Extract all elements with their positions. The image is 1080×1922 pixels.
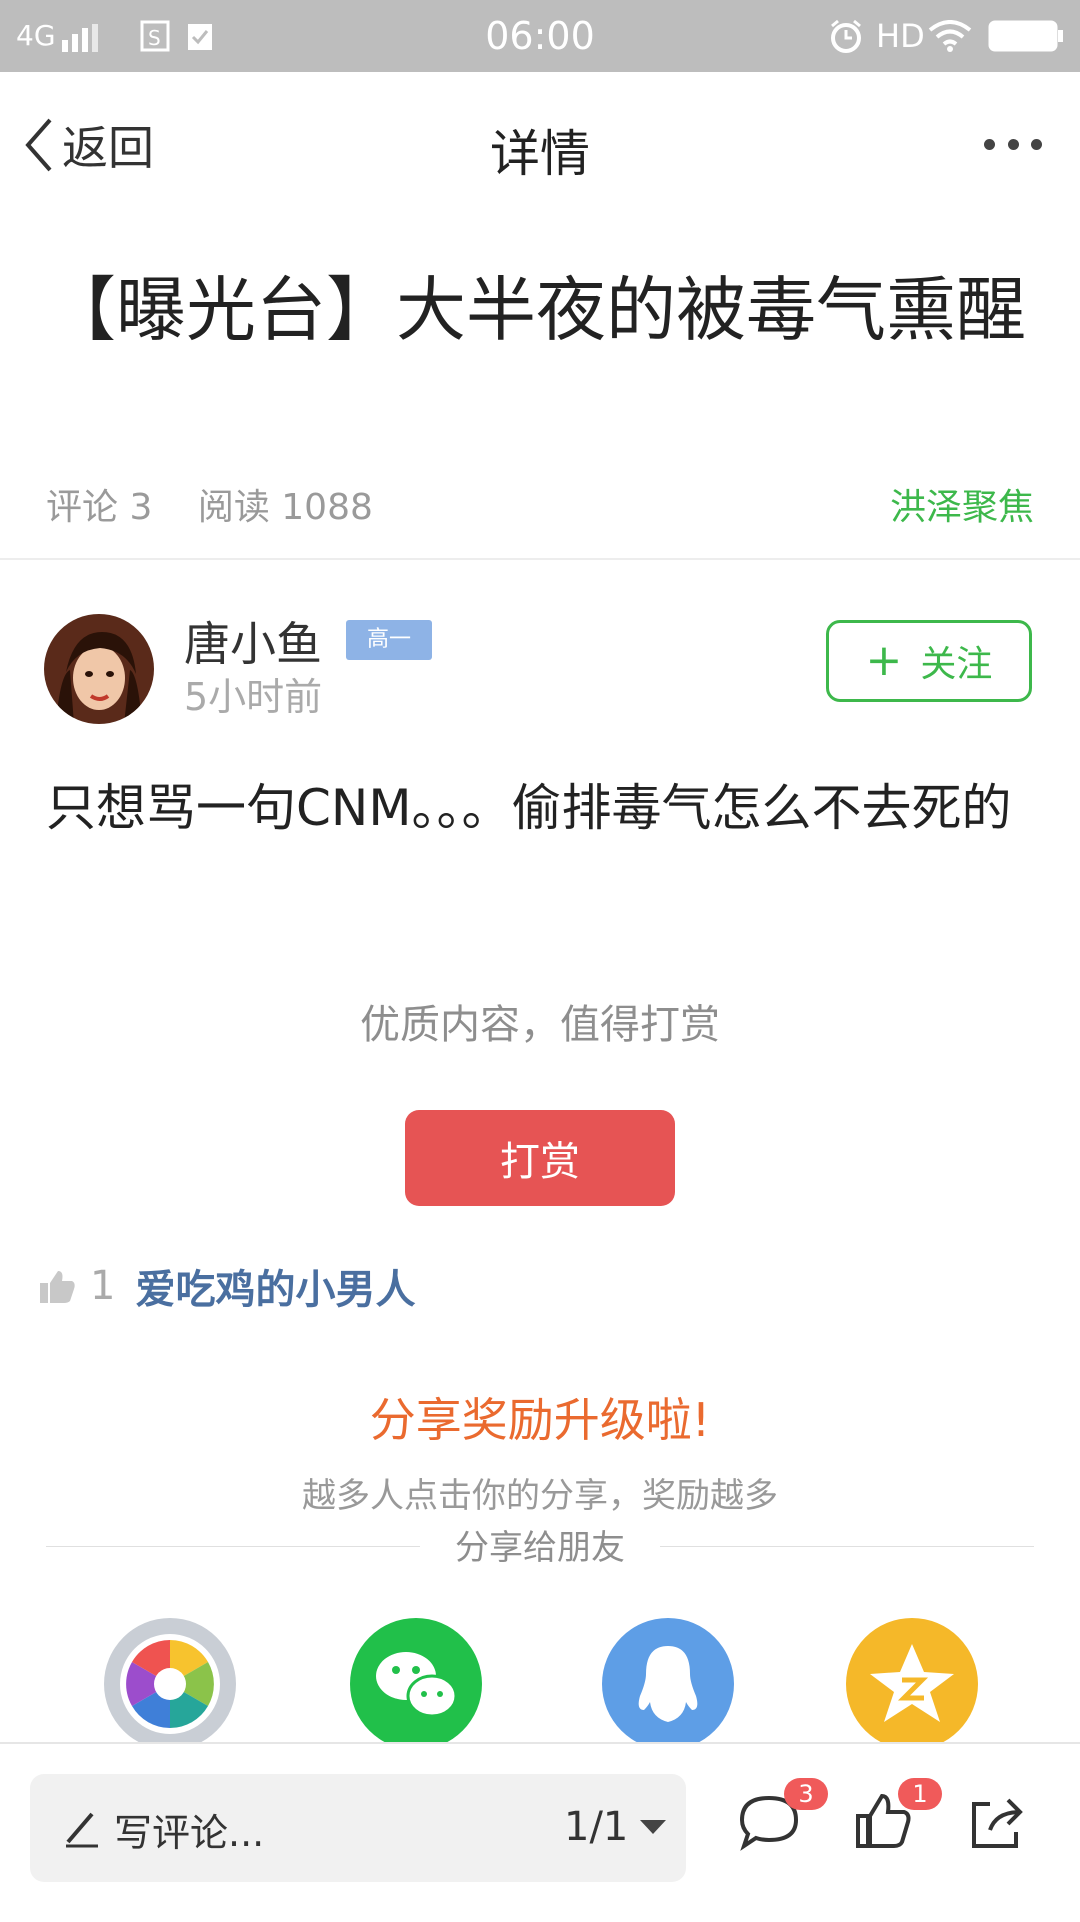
comment-placeholder: 写评论... <box>114 1811 265 1855</box>
like-count: 1 <box>90 1263 116 1309</box>
nav-bar: 返回 详情 <box>0 72 1080 218</box>
qzone-icon <box>870 1644 954 1722</box>
plus-icon: + <box>865 635 903 686</box>
avatar-image <box>44 614 154 724</box>
share-moments-button[interactable] <box>104 1618 236 1750</box>
share-qzone-button[interactable] <box>846 1618 978 1750</box>
bottom-bar: 写评论... 1/1 3 1 <box>0 1742 1080 1922</box>
grade-badge: 高一 <box>346 620 432 660</box>
status-bar: 4G S 06:00 HD <box>0 0 1080 72</box>
author-name[interactable]: 唐小鱼 <box>184 608 322 674</box>
source-link[interactable]: 洪泽聚焦 <box>890 478 1034 530</box>
reward-hint: 优质内容，值得打赏 <box>360 1002 720 1048</box>
caret-down-icon[interactable] <box>640 1820 666 1836</box>
reward-label: 打赏 <box>500 1139 580 1185</box>
share-subtitle: 越多人点击你的分享，奖励越多 <box>302 1476 778 1516</box>
page-title: 详情 <box>490 125 590 183</box>
comment-count: 评论 3 <box>46 487 153 528</box>
battery-icon <box>988 20 1063 52</box>
liker-name[interactable]: 爱吃鸡的小男人 <box>135 1257 415 1315</box>
moments-icon <box>120 1634 220 1734</box>
alarm-icon <box>831 19 861 53</box>
page-indicator: 1/1 <box>564 1804 629 1850</box>
reward-button[interactable]: 打赏 <box>405 1110 675 1206</box>
share-to-label: 分享给朋友 <box>455 1528 625 1568</box>
share-qq-button[interactable] <box>602 1618 734 1750</box>
share-wechat-button[interactable] <box>350 1618 482 1750</box>
post-time: 5小时前 <box>184 675 323 719</box>
thumbs-up-icon <box>40 1271 75 1303</box>
article-title: 【曝光台】大半夜的被毒气熏醒 <box>46 269 1026 351</box>
hd-indicator: HD <box>876 17 925 55</box>
share-icon[interactable] <box>968 1794 1026 1852</box>
qq-icon <box>638 1646 698 1722</box>
more-dot-icon <box>984 138 995 150</box>
wifi-icon <box>928 20 972 52</box>
more-dot-icon <box>1031 138 1042 150</box>
post-content: 只想骂一句CNM。。。偷排毒气怎么不去死的 <box>46 779 1012 837</box>
read-count: 阅读 1088 <box>197 487 373 528</box>
comment-input[interactable]: 写评论... 1/1 <box>30 1774 686 1882</box>
like-badge: 1 <box>898 1778 942 1810</box>
divider <box>0 558 1080 560</box>
follow-label: 关注 <box>920 644 993 685</box>
avatar[interactable] <box>44 614 154 724</box>
share-title: 分享奖励升级啦! <box>369 1393 711 1447</box>
wechat-icon <box>376 1652 458 1718</box>
comment-badge: 3 <box>784 1778 828 1810</box>
more-menu-button[interactable] <box>984 134 1042 154</box>
likes-row: 1 爱吃鸡的小男人 <box>38 1262 415 1313</box>
article-meta: 评论 3 阅读 1088 <box>46 478 407 530</box>
pencil-icon <box>66 1812 98 1848</box>
more-dot-icon <box>1007 138 1019 150</box>
follow-button[interactable]: + 关注 <box>826 620 1032 702</box>
